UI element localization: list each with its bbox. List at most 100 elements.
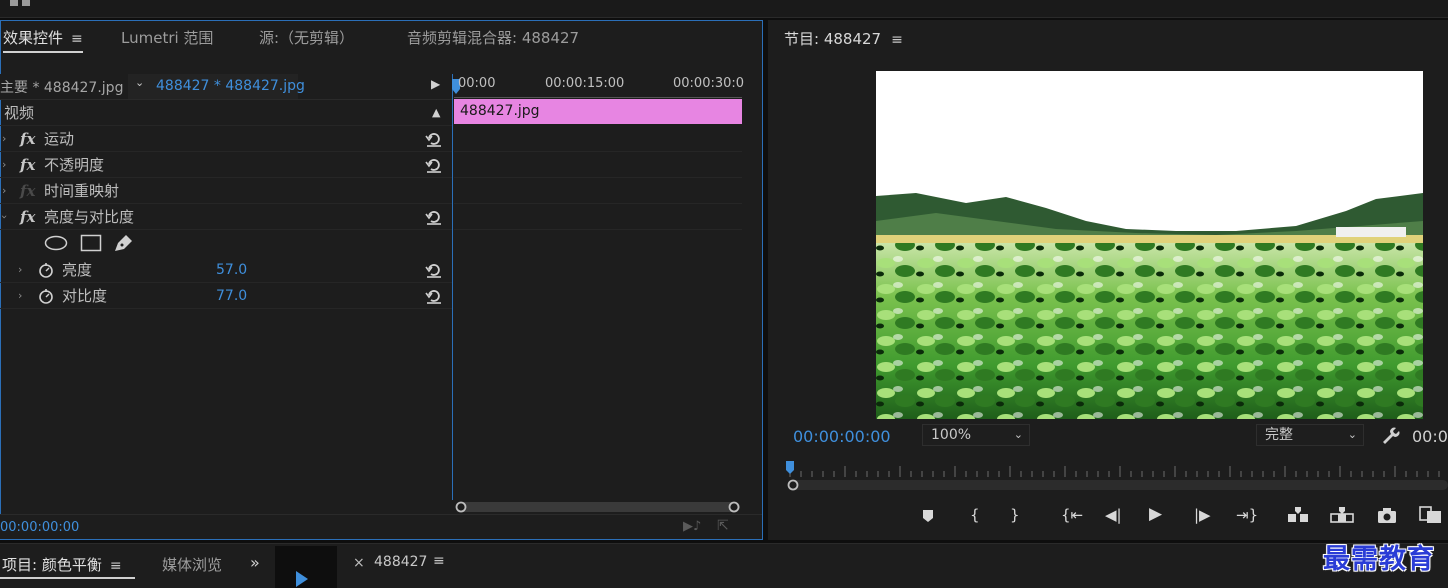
export-icon[interactable]: ⇱ bbox=[717, 518, 729, 534]
watermark-logo: 最需教育 bbox=[1323, 544, 1435, 575]
reset-icon[interactable] bbox=[425, 131, 443, 147]
param-value[interactable]: 77.0 bbox=[216, 283, 247, 309]
close-icon[interactable]: × bbox=[353, 555, 365, 571]
fx-row-opacity[interactable]: › fx 不透明度 bbox=[0, 152, 452, 178]
insert-icon[interactable] bbox=[1286, 506, 1310, 524]
panel-menu-icon[interactable]: ≡ bbox=[433, 553, 445, 569]
fx-row-time-remapping[interactable]: › fx 时间重映射 bbox=[0, 178, 452, 204]
stopwatch-icon[interactable] bbox=[38, 262, 54, 278]
step-back-icon[interactable]: ◀| bbox=[1105, 506, 1122, 524]
scroll-handle-left[interactable] bbox=[787, 479, 799, 491]
program-video-frame[interactable] bbox=[876, 71, 1423, 419]
ruler-ticks bbox=[789, 466, 1440, 477]
chevron-right-icon[interactable]: › bbox=[2, 152, 6, 178]
param-value[interactable]: 57.0 bbox=[216, 257, 247, 283]
tab-lumetri-scopes[interactable]: Lumetri 范围 bbox=[121, 21, 213, 55]
mark-out-icon[interactable]: } bbox=[1010, 506, 1020, 524]
reset-icon[interactable] bbox=[425, 209, 443, 225]
chevron-right-icon[interactable]: › bbox=[18, 283, 22, 309]
collapse-icon[interactable]: ▲ bbox=[432, 100, 440, 126]
camera-icon[interactable] bbox=[1377, 507, 1397, 524]
compare-view-icon[interactable] bbox=[1419, 506, 1445, 524]
ellipse-mask-icon[interactable] bbox=[44, 235, 68, 251]
playhead-line[interactable] bbox=[452, 74, 453, 500]
tab-label: 音频剪辑混合器: 488427 bbox=[407, 29, 580, 47]
divider bbox=[454, 229, 742, 230]
fx-icon[interactable]: fx bbox=[20, 152, 35, 178]
panel-menu-icon[interactable]: ≡ bbox=[110, 558, 122, 574]
selection-tool-icon[interactable] bbox=[295, 570, 309, 588]
tab-label: 媒体浏览 bbox=[162, 556, 222, 574]
ruler-timecode: 00:00 bbox=[458, 76, 496, 91]
reset-icon[interactable] bbox=[425, 288, 443, 304]
master-clip-label[interactable]: 主要 * 488427.jpg bbox=[0, 77, 123, 97]
current-time-display[interactable]: 00:00:00:00 bbox=[0, 520, 79, 535]
playhead-marker[interactable] bbox=[785, 461, 795, 475]
scroll-handle-right[interactable] bbox=[728, 501, 740, 513]
clip-header-row: 主要 * 488427.jpg ⌄ 488427 * 488427.jpg ▶ bbox=[0, 74, 452, 100]
fx-icon[interactable]: fx bbox=[20, 126, 35, 152]
step-forward-icon[interactable]: |▶ bbox=[1194, 506, 1211, 524]
divider bbox=[454, 177, 742, 178]
timeline-zoom-scrollbar[interactable] bbox=[456, 502, 740, 512]
bottom-panels: 项目: 颜色平衡 ≡ 媒体浏览 » × 488427 ≡ bbox=[0, 543, 1448, 588]
video-section-label: 视频 bbox=[4, 104, 35, 122]
fx-icon[interactable]: fx bbox=[20, 204, 35, 230]
scroll-handle-left[interactable] bbox=[455, 501, 467, 513]
tab-label: 源:（无剪辑） bbox=[259, 29, 355, 47]
param-row-brightness[interactable]: › 亮度 57.0 bbox=[0, 257, 452, 283]
zoom-value: 100% bbox=[931, 427, 972, 443]
program-zoom-scrollbar[interactable] bbox=[788, 480, 1448, 490]
wrench-icon[interactable] bbox=[1380, 425, 1400, 445]
rectangle-mask-icon[interactable] bbox=[80, 234, 102, 252]
sequence-clip-label[interactable]: 488427 * 488427.jpg bbox=[156, 78, 305, 94]
panel-menu-icon[interactable]: ≡ bbox=[71, 22, 83, 56]
add-marker-icon[interactable] bbox=[921, 508, 935, 524]
mark-in-icon[interactable]: { bbox=[970, 506, 980, 524]
program-title[interactable]: 节目: 488427 ≡ bbox=[784, 28, 903, 49]
play-only-audio-icon[interactable]: ▶ bbox=[431, 77, 440, 91]
tab-audio-clip-mixer[interactable]: 音频剪辑混合器: 488427 bbox=[407, 21, 579, 55]
tab-source[interactable]: 源:（无剪辑） bbox=[259, 21, 354, 55]
effect-timeline-area[interactable] bbox=[453, 74, 762, 500]
chevron-down-icon[interactable]: ⌄ bbox=[135, 76, 144, 89]
chevron-right-icon[interactable]: › bbox=[2, 126, 6, 152]
reset-icon[interactable] bbox=[425, 262, 443, 278]
workspace-icon[interactable] bbox=[10, 0, 18, 6]
quality-dropdown[interactable]: 完整 ⌄ bbox=[1256, 424, 1364, 446]
fx-label: 时间重映射 bbox=[44, 182, 120, 200]
audio-play-icon[interactable]: ▶♪ bbox=[683, 519, 701, 534]
fx-icon: fx bbox=[20, 182, 36, 200]
quality-value: 完整 bbox=[1265, 427, 1293, 443]
zoom-dropdown[interactable]: 100% ⌄ bbox=[922, 424, 1030, 446]
go-to-in-icon[interactable]: {⇤ bbox=[1061, 506, 1083, 524]
clip-bar[interactable]: 488427.jpg bbox=[454, 99, 742, 124]
param-row-contrast[interactable]: › 对比度 77.0 bbox=[0, 283, 452, 309]
more-panels-icon[interactable]: » bbox=[250, 553, 260, 572]
chevron-down-icon: ⌄ bbox=[1013, 428, 1023, 441]
ruler-timecode: 00:00:30:0 bbox=[673, 76, 745, 91]
fx-label: 运动 bbox=[44, 130, 75, 148]
overwrite-icon[interactable] bbox=[1329, 506, 1355, 524]
program-timecode[interactable]: 00:00:00:00 bbox=[793, 427, 891, 446]
workspace-icon[interactable] bbox=[22, 0, 30, 6]
chevron-right-icon[interactable]: › bbox=[2, 178, 6, 204]
chevron-down-icon[interactable]: › bbox=[0, 215, 17, 219]
tab-media-browser[interactable]: 媒体浏览 bbox=[162, 554, 222, 575]
go-to-out-icon[interactable]: ⇥} bbox=[1236, 506, 1258, 524]
ruler-ticks bbox=[454, 95, 742, 98]
play-icon[interactable]: ▶ bbox=[1149, 504, 1162, 524]
divider bbox=[454, 203, 742, 204]
sequence-tab-label[interactable]: 488427 bbox=[374, 554, 427, 570]
fx-row-motion[interactable]: › fx 运动 bbox=[0, 126, 452, 152]
pen-mask-icon[interactable] bbox=[112, 233, 134, 253]
reset-icon[interactable] bbox=[425, 157, 443, 173]
tab-effect-controls[interactable]: 效果控件 ≡ bbox=[3, 21, 83, 55]
program-time-ruler[interactable] bbox=[786, 464, 1448, 478]
fx-row-brightness-contrast[interactable]: › fx 亮度与对比度 bbox=[0, 204, 452, 230]
divider bbox=[454, 151, 742, 152]
panel-menu-icon[interactable]: ≡ bbox=[891, 32, 903, 48]
tab-project[interactable]: 项目: 颜色平衡 ≡ bbox=[2, 554, 122, 575]
stopwatch-icon[interactable] bbox=[38, 288, 54, 304]
chevron-right-icon[interactable]: › bbox=[18, 257, 22, 283]
